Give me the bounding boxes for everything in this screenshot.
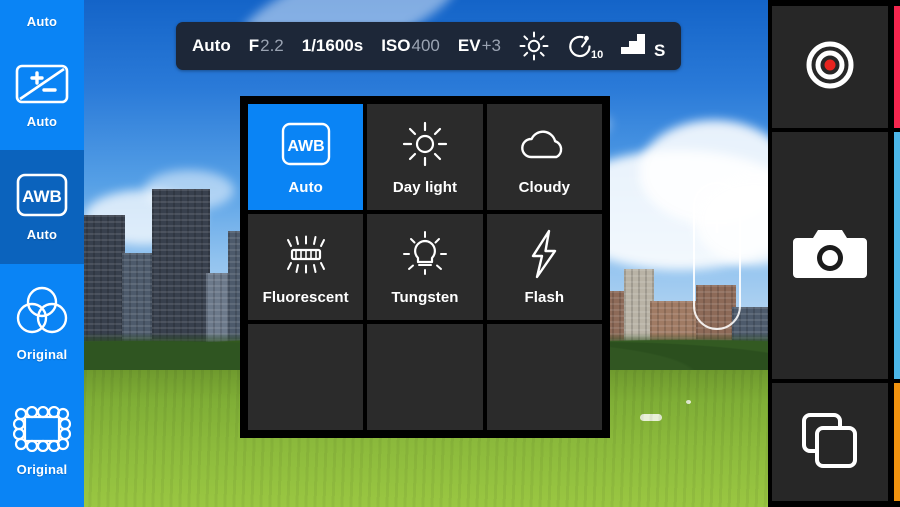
svg-text:10s: 10s bbox=[591, 49, 603, 61]
sidebar-item-label: Original bbox=[16, 461, 68, 477]
svg-text:AWB: AWB bbox=[22, 187, 62, 206]
scalloped-frame-icon bbox=[12, 405, 72, 457]
toolbar-iso-label: ISO bbox=[381, 36, 411, 55]
record-button[interactable] bbox=[772, 6, 888, 128]
toolbar-mode-label: Auto bbox=[192, 36, 231, 55]
svg-text:AWB: AWB bbox=[287, 138, 324, 155]
record-icon bbox=[802, 37, 858, 98]
plus-icon bbox=[707, 213, 727, 233]
sidebar-item-white-balance[interactable]: AWB Auto bbox=[0, 150, 84, 264]
camera-app-screen: Auto Auto AWB Auto Original Original Aut… bbox=[0, 0, 900, 507]
white-balance-grid: AWB Auto Day light Cloudy Fluorescent Tu… bbox=[240, 96, 610, 438]
sidebar-item-label: Auto bbox=[26, 113, 58, 129]
cloud-icon bbox=[517, 118, 571, 170]
toolbar-aperture[interactable]: F 2.2 bbox=[249, 36, 284, 56]
toolbar-ev-value: +3 bbox=[481, 36, 501, 55]
awb-icon: AWB bbox=[16, 173, 68, 222]
toolbar-aperture-value: 2.2 bbox=[260, 36, 284, 55]
bulb-icon bbox=[400, 228, 450, 280]
burst-icon bbox=[800, 411, 860, 474]
shutter-button[interactable] bbox=[772, 132, 888, 379]
toolbar-shutter-speed[interactable]: 1/1600s bbox=[302, 36, 363, 56]
wb-cell-daylight[interactable]: Day light bbox=[367, 104, 483, 210]
plus-minus-icon bbox=[15, 64, 69, 109]
camera-icon bbox=[793, 224, 867, 287]
toolbar-exposure-value[interactable]: EV +3 bbox=[458, 36, 501, 56]
stairs-icon bbox=[619, 32, 647, 56]
wb-cell-tungsten[interactable]: Tungsten bbox=[367, 214, 483, 320]
wb-cell-empty-3[interactable] bbox=[486, 324, 602, 430]
sidebar-item-label: Original bbox=[16, 346, 68, 362]
sidebar-item-exposure-compensation[interactable]: Auto bbox=[0, 42, 84, 150]
gallery-button[interactable] bbox=[772, 383, 888, 501]
wb-cell-label: Flash bbox=[524, 289, 565, 306]
wb-cell-label: Day light bbox=[392, 179, 458, 196]
sun-icon bbox=[401, 118, 449, 170]
record-strip bbox=[894, 6, 900, 128]
toolbar-iso[interactable]: ISO 400 bbox=[381, 36, 440, 56]
wb-cell-fluorescent[interactable]: Fluorescent bbox=[248, 214, 364, 320]
sidebar-item-partial-top[interactable]: Auto bbox=[0, 0, 84, 42]
wb-cell-label: Cloudy bbox=[518, 179, 571, 196]
wb-cell-awb[interactable]: AWB Auto bbox=[248, 104, 364, 210]
wb-cell-cloudy[interactable]: Cloudy bbox=[486, 104, 602, 210]
camera-settings-toolbar: Auto F 2.2 1/1600s ISO 400 EV +3 10 S bbox=[176, 22, 682, 70]
toolbar-bracketing-value: S bbox=[653, 40, 666, 60]
toolbar-iso-value: 400 bbox=[411, 36, 440, 55]
wb-cell-label: Fluorescent bbox=[262, 289, 349, 306]
toolbar-shutter-speed-label: 1/1600s bbox=[301, 36, 364, 55]
right-control-bar bbox=[768, 0, 900, 507]
fluorescent-icon bbox=[278, 228, 334, 280]
shutter-strip bbox=[894, 132, 900, 379]
lightning-icon bbox=[527, 228, 561, 280]
wb-cell-empty-1[interactable] bbox=[248, 324, 364, 430]
color-circles-icon bbox=[14, 285, 70, 342]
exposure-slider[interactable] bbox=[693, 182, 741, 330]
toolbar-bracketing[interactable]: S bbox=[619, 32, 665, 61]
timer-icon[interactable]: 10s bbox=[565, 30, 603, 62]
wb-cell-label: Auto bbox=[288, 179, 323, 196]
sidebar-item-color-filter[interactable]: Original bbox=[0, 264, 84, 382]
toolbar-mode[interactable]: Auto bbox=[192, 36, 231, 56]
wb-cell-empty-2[interactable] bbox=[367, 324, 483, 430]
sidebar-item-label: Auto bbox=[26, 13, 58, 29]
gallery-strip bbox=[894, 383, 900, 501]
sidebar-item-label: Auto bbox=[26, 226, 58, 242]
toolbar-aperture-label: F bbox=[248, 36, 260, 55]
toolbar-ev-label: EV bbox=[457, 36, 481, 55]
left-sidebar: Auto Auto AWB Auto Original Original bbox=[0, 0, 84, 507]
wb-cell-label: Tungsten bbox=[391, 289, 459, 306]
wb-cell-flash[interactable]: Flash bbox=[486, 214, 602, 320]
sidebar-item-frame[interactable]: Original bbox=[0, 382, 84, 500]
sun-icon[interactable] bbox=[519, 31, 549, 61]
awb-icon: AWB bbox=[281, 118, 331, 170]
